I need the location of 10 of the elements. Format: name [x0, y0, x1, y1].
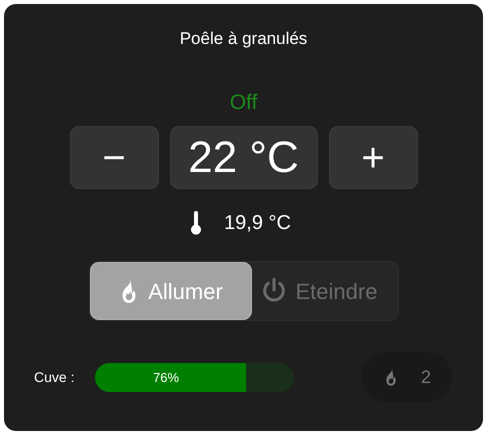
- status-text: Off: [230, 90, 258, 116]
- tank-percentage: 76%: [153, 368, 180, 386]
- increase-button[interactable]: +: [328, 126, 418, 189]
- power-level-badge: 2: [362, 352, 452, 402]
- card-title: Poêle à granulés: [180, 28, 308, 50]
- decrease-button[interactable]: −: [70, 126, 158, 189]
- current-temperature: 19,9 °C: [224, 211, 291, 235]
- setpoint-value: 22 °C: [170, 126, 318, 189]
- thermometer-icon: [190, 211, 202, 235]
- tank-label: Cuve :: [34, 368, 76, 386]
